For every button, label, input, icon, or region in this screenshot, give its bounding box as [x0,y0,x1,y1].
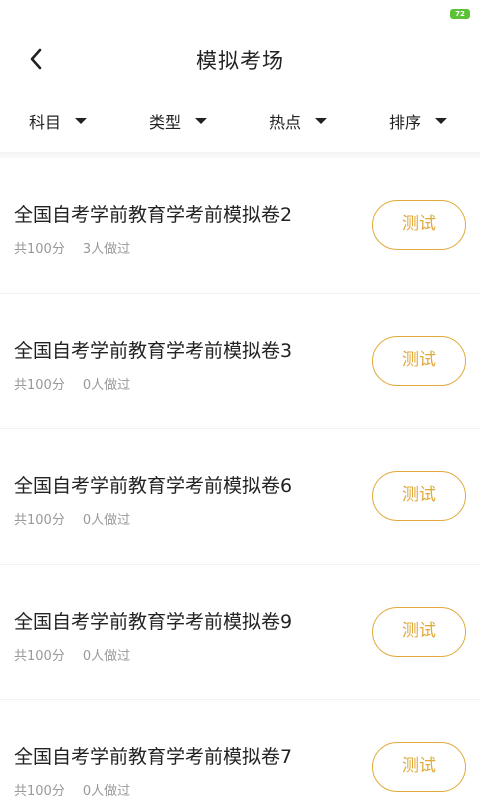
list-item: 全国自考学前教育学考前模拟卷2 共100分 3人做过 测试 [0,158,480,294]
exam-title: 全国自考学前教育学考前模拟卷2 [14,204,293,226]
exam-score: 共100分 [14,242,65,257]
exam-meta: 共100分 0人做过 [14,780,130,799]
test-button[interactable]: 测试 [372,200,466,250]
caret-down-icon [435,118,448,124]
exam-takers: 0人做过 [82,648,131,664]
header: 模拟考场 [0,28,480,90]
exam-meta: 共100分 0人做过 [14,509,130,528]
test-button[interactable]: 测试 [372,471,466,521]
filter-subject-label: 科目 [29,113,62,132]
battery-level: 72 [455,10,465,18]
filter-sort[interactable]: 排序 [389,110,448,132]
exam-score: 共100分 [14,377,65,393]
exam-meta: 共100分 0人做过 [14,374,130,393]
filter-hot-label: 热点 [269,113,302,132]
list-item: 全国自考学前教育学考前模拟卷6 共100分 0人做过 测试 [0,429,480,565]
exam-takers: 0人做过 [82,377,131,393]
test-button[interactable]: 测试 [372,606,466,657]
exam-takers: 0人做过 [82,784,131,799]
list-item: 全国自考学前教育学考前模拟卷3 共100分 0人做过 测试 [0,294,480,429]
filter-bar: 科目 类型 热点 排序 [0,92,480,148]
exam-title: 全国自考学前教育学考前模拟卷3 [14,339,293,362]
test-button[interactable]: 测试 [372,335,466,386]
test-button[interactable]: 测试 [372,742,466,792]
exam-takers: 3人做过 [82,242,131,257]
exam-score: 共100分 [14,648,65,664]
filter-type-label: 类型 [149,113,182,132]
list-item: 全国自考学前教育学考前模拟卷7 共100分 0人做过 测试 [0,700,480,800]
exam-title: 全国自考学前教育学考前模拟卷7 [14,746,293,768]
exam-list: 全国自考学前教育学考前模拟卷2 共100分 3人做过 测试 全国自考学前教育学考前… [0,158,480,800]
exam-title: 全国自考学前教育学考前模拟卷9 [14,610,293,633]
caret-down-icon [315,118,328,124]
exam-takers: 0人做过 [82,513,131,528]
filter-sort-label: 排序 [389,113,422,132]
battery-icon: 72 [450,9,470,19]
page-title: 模拟考场 [196,49,284,73]
exam-title: 全国自考学前教育学考前模拟卷6 [14,475,293,497]
caret-down-icon [75,118,88,124]
list-item: 全国自考学前教育学考前模拟卷9 共100分 0人做过 测试 [0,565,480,700]
exam-meta: 共100分 0人做过 [14,645,130,664]
filter-hot[interactable]: 热点 [269,110,328,132]
exam-score: 共100分 [14,513,65,528]
filter-subject[interactable]: 科目 [29,110,88,132]
filter-type[interactable]: 类型 [149,110,208,132]
caret-down-icon [195,118,208,124]
exam-meta: 共100分 3人做过 [14,238,130,257]
status-bar: 72 [0,0,480,28]
exam-score: 共100分 [14,784,65,799]
